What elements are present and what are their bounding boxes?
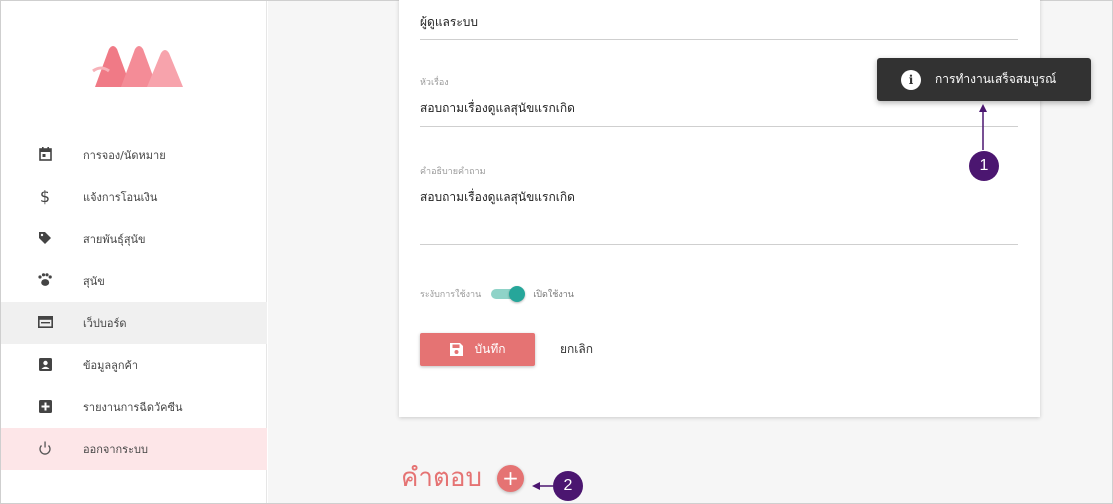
author-underline: [420, 39, 1018, 40]
sidebar-item-label: สุนัข: [83, 275, 105, 288]
description-underline: [420, 244, 1018, 245]
sidebar: การจอง/นัดหมาย $ แจ้งการโอนเงิน สายพันธุ…: [1, 1, 267, 503]
sidebar-item-label: สายพันธุ์สุนัข: [83, 233, 146, 246]
switch-knob: [509, 286, 526, 302]
sidebar-item-label: การจอง/นัดหมาย: [83, 149, 166, 162]
annotation-badge-2: 2: [553, 471, 583, 501]
sidebar-item-label: ข้อมูลลูกค้า: [83, 359, 139, 372]
description-label: คำอธิบายคำถาม: [420, 167, 486, 177]
power-icon: [37, 440, 53, 456]
subject-underline: [420, 126, 1018, 127]
save-button-label: บันทึก: [474, 342, 506, 356]
sidebar-item-customers[interactable]: ข้อมูลลูกค้า: [1, 344, 267, 386]
dollar-icon: $: [39, 186, 51, 206]
sidebar-item-label: รายงานการฉีดวัคซีน: [83, 401, 183, 414]
subject-value: สอบถามเรื่องดูแลสุนัขแรกเกิด: [420, 101, 575, 115]
sidebar-item-dogs[interactable]: สุนัข: [1, 260, 267, 302]
sidebar-nav: การจอง/นัดหมาย $ แจ้งการโอนเงิน สายพันธุ…: [1, 134, 267, 470]
floppy-disk-icon: [449, 343, 463, 356]
save-button[interactable]: บันทึก: [420, 333, 535, 366]
brand-logo: [92, 46, 183, 87]
webboard-icon: [37, 314, 53, 330]
sidebar-item-vaccine-report[interactable]: รายงานการฉีดวัคซีน: [1, 386, 267, 428]
info-icon: i: [901, 69, 921, 90]
answers-heading: คำตอบ: [401, 463, 482, 493]
author-field[interactable]: ผู้ดูแลระบบ: [420, 13, 1018, 32]
cancel-button[interactable]: ยกเลิก: [560, 340, 593, 359]
status-switch[interactable]: [491, 286, 526, 302]
sidebar-item-payment[interactable]: $ แจ้งการโอนเงิน: [1, 176, 267, 218]
medical-plus-icon: [37, 398, 53, 414]
annotation-badge-1: 1: [969, 151, 999, 181]
sidebar-item-label: แจ้งการโอนเงิน: [83, 191, 158, 204]
description-value: สอบถามเรื่องดูแลสุนัขแรกเกิด: [420, 190, 575, 204]
tag-icon: [37, 230, 53, 246]
author-value: ผู้ดูแลระบบ: [420, 15, 479, 29]
sidebar-item-label: ออกจากระบบ: [83, 443, 148, 456]
sidebar-item-breeds[interactable]: สายพันธุ์สุนัข: [1, 218, 267, 260]
toggle-off-label: ระงับการใช้งาน: [420, 290, 482, 300]
sidebar-item-webboard[interactable]: เว็ปบอร์ด: [1, 302, 267, 344]
contact-icon: [37, 356, 53, 372]
add-answer-button[interactable]: +: [497, 465, 524, 492]
sidebar-item-label: เว็ปบอร์ด: [83, 317, 127, 330]
success-toast: i การทำงานเสร็จสมบูรณ์: [877, 58, 1091, 101]
description-field[interactable]: คำอธิบายคำถาม สอบถามเรื่องดูแลสุนัขแรกเก…: [420, 164, 1018, 207]
sidebar-item-logout[interactable]: ออกจากระบบ: [1, 428, 267, 470]
calendar-icon: [37, 146, 53, 162]
status-toggle-row: ระงับการใช้งาน เปิดใช้งาน: [420, 286, 574, 302]
toast-message: การทำงานเสร็จสมบูรณ์: [935, 72, 1057, 86]
paw-icon: [37, 272, 53, 288]
sidebar-item-booking[interactable]: การจอง/นัดหมาย: [1, 134, 267, 176]
toggle-on-label: เปิดใช้งาน: [533, 290, 574, 300]
